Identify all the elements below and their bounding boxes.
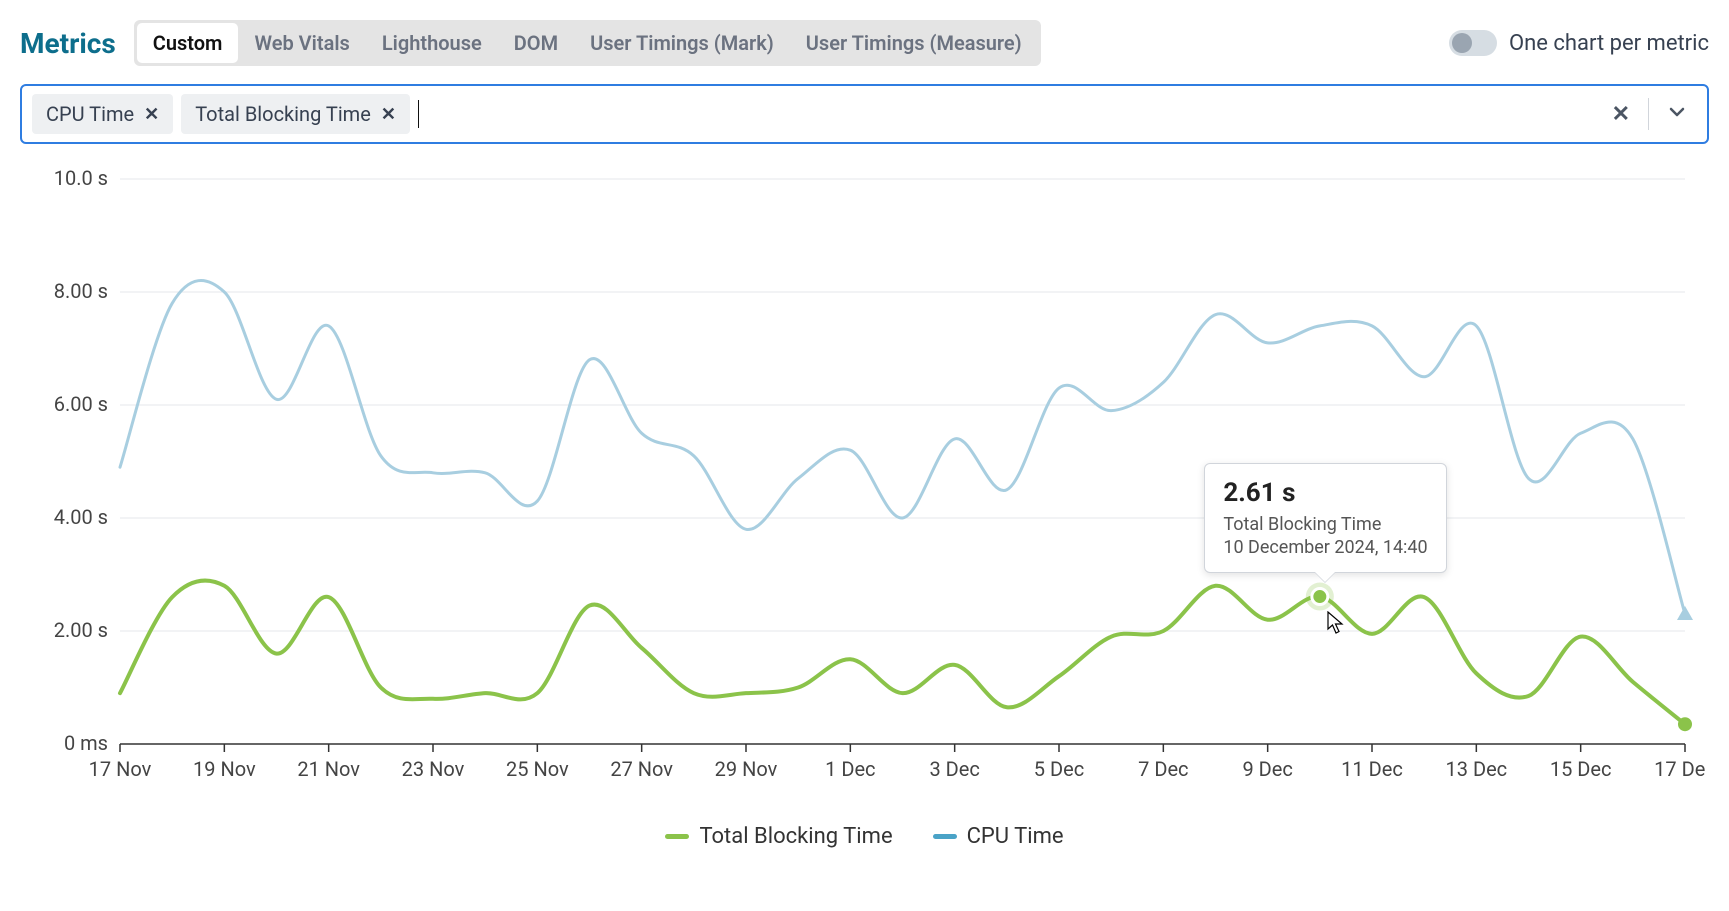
y-tick-label: 8.00 s	[53, 279, 107, 303]
series-line-cpu-time	[120, 281, 1685, 615]
x-tick-label: 21 Nov	[297, 757, 360, 781]
tab-custom[interactable]: Custom	[137, 23, 239, 63]
chips-holder: CPU Time ✕ Total Blocking Time ✕	[32, 94, 410, 134]
legend-item-cpu-time[interactable]: CPU Time	[933, 824, 1064, 849]
expand-filter-button[interactable]	[1657, 102, 1697, 126]
x-tick-label: 11 Dec	[1341, 757, 1403, 781]
chart-legend: Total Blocking Time CPU Time	[20, 824, 1709, 849]
chevron-down-icon	[1667, 102, 1687, 122]
legend-swatch	[933, 834, 957, 839]
x-tick-label: 1 Dec	[825, 757, 875, 781]
x-tick-label: 17 Dec	[1654, 757, 1705, 781]
header-row: Metrics CustomWeb VitalsLighthouseDOMUse…	[20, 20, 1709, 66]
one-chart-toggle-label: One chart per metric	[1509, 31, 1709, 56]
header-right: One chart per metric	[1449, 30, 1709, 56]
x-tick-label: 23 Nov	[401, 757, 464, 781]
filter-chip-cpu-time[interactable]: CPU Time ✕	[32, 94, 173, 134]
x-tick-label: 29 Nov	[714, 757, 777, 781]
filter-text-cursor	[418, 100, 419, 128]
chart-svg: 0 ms 2.00 s 4.00 s 6.00 s 8.00 s 10.0 s 17 Nov…	[25, 164, 1705, 814]
x-tick-label: 9 Dec	[1242, 757, 1292, 781]
header-left: Metrics CustomWeb VitalsLighthouseDOMUse…	[20, 20, 1041, 66]
series-line-total-blocking-time	[120, 581, 1685, 725]
x-tick-label: 15 Dec	[1549, 757, 1611, 781]
tab-dom[interactable]: DOM	[498, 23, 574, 63]
chip-label: CPU Time	[46, 102, 134, 126]
chart-area[interactable]: 0 ms 2.00 s 4.00 s 6.00 s 8.00 s 10.0 s 17 Nov…	[25, 164, 1705, 814]
chip-label: Total Blocking Time	[195, 102, 371, 126]
x-tick-label: 25 Nov	[506, 757, 569, 781]
x-tick-label: 27 Nov	[610, 757, 673, 781]
x-tick-label: 5 Dec	[1033, 757, 1083, 781]
y-tick-label: 2.00 s	[53, 618, 107, 642]
toggle-knob	[1452, 33, 1472, 53]
clear-filter-button[interactable]: ✕	[1602, 102, 1640, 127]
chip-remove-icon[interactable]: ✕	[381, 104, 396, 125]
x-tick-label: 13 Dec	[1445, 757, 1507, 781]
legend-label: CPU Time	[967, 824, 1064, 849]
tab-lighthouse[interactable]: Lighthouse	[366, 23, 498, 63]
y-tick-label: 0 ms	[63, 731, 107, 755]
x-tick-label: 7 Dec	[1138, 757, 1188, 781]
one-chart-toggle[interactable]	[1449, 30, 1497, 56]
legend-swatch	[665, 834, 689, 839]
tab-user-timings-mark-[interactable]: User Timings (Mark)	[574, 23, 790, 63]
page-title: Metrics	[20, 27, 116, 60]
y-tick-label: 6.00 s	[53, 392, 107, 416]
y-tick-label: 4.00 s	[53, 505, 107, 529]
metric-filter-bar[interactable]: CPU Time ✕ Total Blocking Time ✕ ✕	[20, 84, 1709, 144]
filter-chip-total-blocking-time[interactable]: Total Blocking Time ✕	[181, 94, 410, 134]
chip-remove-icon[interactable]: ✕	[144, 104, 159, 125]
tabs-group: CustomWeb VitalsLighthouseDOMUser Timing…	[134, 20, 1041, 66]
tab-web-vitals[interactable]: Web Vitals	[238, 23, 365, 63]
legend-label: Total Blocking Time	[699, 824, 892, 849]
x-tick-label: 19 Nov	[193, 757, 256, 781]
filter-divider	[1648, 98, 1649, 130]
x-tick-label: 17 Nov	[88, 757, 151, 781]
x-tick-label: 3 Dec	[929, 757, 979, 781]
y-tick-label: 10.0 s	[53, 166, 107, 190]
tab-user-timings-measure-[interactable]: User Timings (Measure)	[790, 23, 1038, 63]
legend-item-total-blocking-time[interactable]: Total Blocking Time	[665, 824, 892, 849]
